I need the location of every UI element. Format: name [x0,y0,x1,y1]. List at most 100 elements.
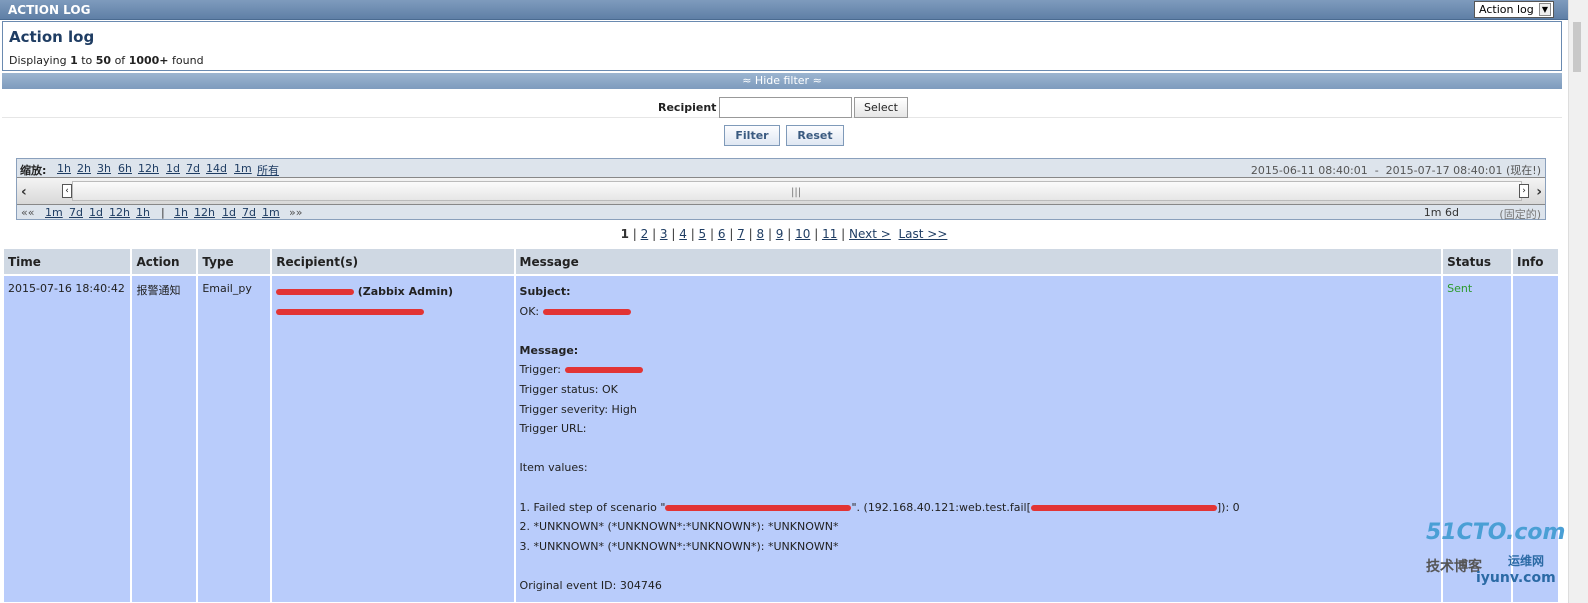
back-link[interactable]: 1d [89,206,103,219]
zoom-link[interactable]: 6h [118,162,132,175]
vertical-scrollbar[interactable] [1568,0,1588,603]
forward-link[interactable]: 1m [262,206,280,219]
column-header-time[interactable]: Time [4,249,131,274]
table-row: 2015-07-16 18:40:42 报警通知 Email_py (Zabbi… [4,276,1558,602]
zoom-link[interactable]: 14d [206,162,227,175]
trigger-label: Trigger: [519,363,561,377]
forward-icon: »» [289,206,303,219]
of-label: of [114,54,126,67]
range-end: 2015-07-17 08:40:01 [1385,164,1503,177]
cell-type: Email_py [198,276,271,602]
recipient-email-line [276,302,509,322]
back-link[interactable]: 7d [69,206,83,219]
page-link[interactable]: 6 [718,227,726,241]
right-handle-icon[interactable]: › [1519,184,1529,198]
back-link[interactable]: 1m [45,206,63,219]
zoom-link[interactable]: 1d [166,162,180,175]
scroll-right-icon[interactable]: › [1536,184,1542,200]
range-to: 50 [95,54,112,67]
page-title: Action log [9,28,95,46]
pagination: 1 | 2 | 3 | 4 | 5 | 6 | 7 | 8 | 9 | 10 |… [620,227,948,241]
action-log-table: Time Action Type Recipient(s) Message St… [2,247,1560,603]
forward-link[interactable]: 7d [242,206,256,219]
hide-filter-toggle[interactable]: ≈ Hide filter ≈ [2,73,1562,89]
found-label: found [172,54,204,67]
page-link[interactable]: 2 [641,227,649,241]
subject-text: OK: [519,304,540,318]
back-link[interactable]: 12h [109,206,130,219]
back-icon: «« [21,206,35,219]
displaying-label: Displaying [9,54,67,67]
column-header-message: Message [515,249,1442,274]
cell-time: 2015-07-16 18:40:42 [4,276,131,602]
fixed-toggle[interactable]: (固定的) [1499,206,1541,222]
range-start: 2015-06-11 08:40:01 [1250,164,1368,177]
select-button[interactable]: Select [854,97,908,118]
timeline-bar[interactable]: ‹ ‹ › ||| › [17,177,1545,205]
window-titlebar: ACTION LOG Action log ▼ [0,0,1568,20]
column-header-info: Info [1513,249,1558,274]
column-header-action: Action [132,249,197,274]
zoom-label: 缩放: [20,164,47,177]
back-link[interactable]: 1h [136,206,150,219]
nav-divider: | [161,206,165,219]
item-value-2: 2. *UNKNOWN* (*UNKNOWN*:*UNKNOWN*): *UNK… [519,520,839,534]
page-link[interactable]: 8 [756,227,764,241]
redaction-mark [542,308,631,315]
recipient-input[interactable] [719,97,852,118]
timeline-scroller: 缩放: 1h 2h 3h 6h 12h 1d 7d 14d 1m 所有 2015… [16,158,1546,222]
table-header-row: Time Action Type Recipient(s) Message St… [4,249,1558,274]
next-page-link[interactable]: Next > [849,227,891,241]
zoom-link[interactable]: 7d [186,162,200,175]
page-select[interactable]: Action log ▼ [1474,1,1554,18]
forward-link[interactable]: 1h [174,206,188,219]
watermark-line-4: iyunv.com [1476,570,1556,586]
item-value-1: 1. Failed step of scenario " ". (192.168.… [520,498,1438,518]
window-title: ACTION LOG [8,3,91,17]
left-handle-icon[interactable]: ‹ [62,184,72,198]
forward-link[interactable]: 1d [222,206,236,219]
page-link[interactable]: 9 [776,227,784,241]
page-header: Action log Displaying 1 to 50 of 1000+ f… [2,21,1562,71]
subject-line: OK: [520,302,1438,322]
last-page-link[interactable]: Last >> [898,227,947,241]
message-label: Message: [519,343,579,357]
zoom-link[interactable]: 1m [234,162,252,175]
scroll-left-icon[interactable]: ‹ [21,184,27,200]
to-label: to [81,54,93,67]
redaction-mark [276,308,425,315]
filter-row: Recipient Select [2,94,1562,118]
total-count: 1000+ [128,54,169,67]
column-header-type: Type [198,249,271,274]
item-1-prefix: 1. Failed step of scenario " [519,500,666,514]
page-link[interactable]: 7 [737,227,745,241]
grip-icon[interactable]: ||| [791,187,801,198]
trigger-severity: Trigger severity: High [519,402,637,416]
zoom-link[interactable]: 1h [57,162,71,175]
item-1-suffix: ]): 0 [1216,500,1240,514]
cell-action: 报警通知 [132,276,197,602]
trigger-line: Trigger: [520,360,1438,380]
zoom-link[interactable]: 12h [138,162,159,175]
page-link[interactable]: 11 [822,227,837,241]
forward-link[interactable]: 12h [194,206,215,219]
page-select-value: Action log [1479,3,1534,16]
zoom-link[interactable]: 2h [77,162,91,175]
filter-button[interactable]: Filter [724,125,780,146]
column-header-recipients: Recipient(s) [272,249,514,274]
page-link[interactable]: 3 [660,227,668,241]
page-link[interactable]: 5 [699,227,707,241]
trigger-status: Trigger status: OK [519,382,618,396]
zoom-link[interactable]: 3h [97,162,111,175]
page-link[interactable]: 10 [795,227,810,241]
subject-label: Subject: [519,285,571,298]
recipient-label: Recipient [658,101,717,114]
cell-message: Subject: OK: Message: Trigger: Trigger s… [515,276,1442,602]
reset-button[interactable]: Reset [786,125,844,146]
page-link[interactable]: 4 [679,227,687,241]
recipient-role: (Zabbix Admin) [357,285,454,298]
zoom-link[interactable]: 所有 [257,162,279,178]
recipient-name-line: (Zabbix Admin) [276,282,509,302]
original-event-id: Original event ID: 304746 [519,578,662,592]
scrollbar-thumb[interactable] [1573,22,1581,72]
